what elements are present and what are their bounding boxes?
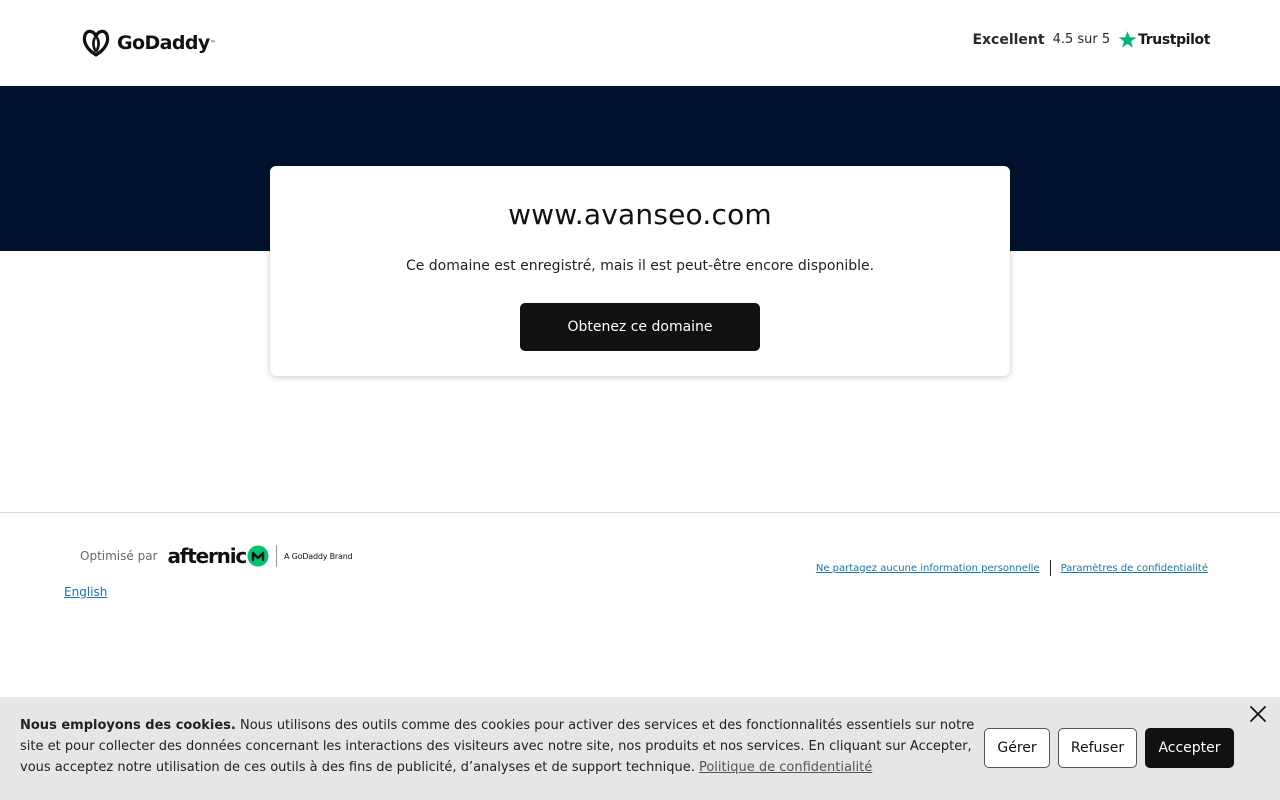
powered-label: Optimisé par	[80, 549, 158, 563]
trademark-mark: ™	[209, 39, 216, 47]
close-icon[interactable]	[1248, 704, 1268, 724]
rating-score: 4.5 sur 5	[1052, 32, 1111, 47]
cookie-title: Nous employons des cookies.	[20, 718, 236, 733]
refuse-cookies-button[interactable]: Refuser	[1058, 728, 1137, 768]
cookie-text: Nous employons des cookies. Nous utiliso…	[20, 715, 980, 778]
powered-by: Optimisé par afternic A GoDaddy Brand	[80, 544, 353, 568]
domain-card: www.avanseo.com Ce domaine est enregistr…	[270, 166, 1010, 376]
star-icon	[1118, 31, 1137, 48]
footer-divider	[0, 512, 1280, 513]
afternic-logo[interactable]: afternic A GoDaddy Brand	[167, 544, 352, 568]
cookie-banner: Nous employons des cookies. Nous utiliso…	[0, 697, 1280, 800]
manage-cookies-button[interactable]: Gérer	[984, 728, 1050, 768]
godaddy-logo[interactable]: GoDaddy ™	[80, 28, 216, 58]
footer-link-separator	[1049, 560, 1051, 576]
rating-word: Excellent	[972, 31, 1045, 48]
accept-cookies-button[interactable]: Accepter	[1145, 728, 1234, 768]
do-not-share-link[interactable]: Ne partagez aucune information personnel…	[816, 563, 1040, 574]
trustpilot-rating[interactable]: Excellent 4.5 sur 5 Trustpilot	[972, 30, 1210, 49]
footer-links: Ne partagez aucune information personnel…	[816, 560, 1208, 576]
godaddy-logo-icon	[82, 29, 110, 57]
site-header: GoDaddy ™ Excellent 4.5 sur 5 Trustpilot	[0, 0, 1280, 86]
domain-title: www.avanseo.com	[508, 198, 772, 231]
afternic-wordmark: afternic	[167, 544, 247, 568]
domain-description: Ce domaine est enregistré, mais il est p…	[405, 258, 875, 274]
language-link[interactable]: English	[64, 585, 107, 599]
privacy-settings-link[interactable]: Paramètres de confidentialité	[1061, 563, 1208, 574]
logo-text: GoDaddy	[117, 32, 210, 54]
get-domain-button[interactable]: Obtenez ce domaine	[520, 303, 760, 351]
brand-divider	[276, 545, 278, 567]
afternic-brand-text: A GoDaddy Brand	[284, 551, 353, 561]
afternic-logo-icon	[247, 545, 269, 567]
trustpilot-label: Trustpilot	[1138, 31, 1210, 48]
privacy-policy-link[interactable]: Politique de confidentialité	[699, 760, 872, 775]
